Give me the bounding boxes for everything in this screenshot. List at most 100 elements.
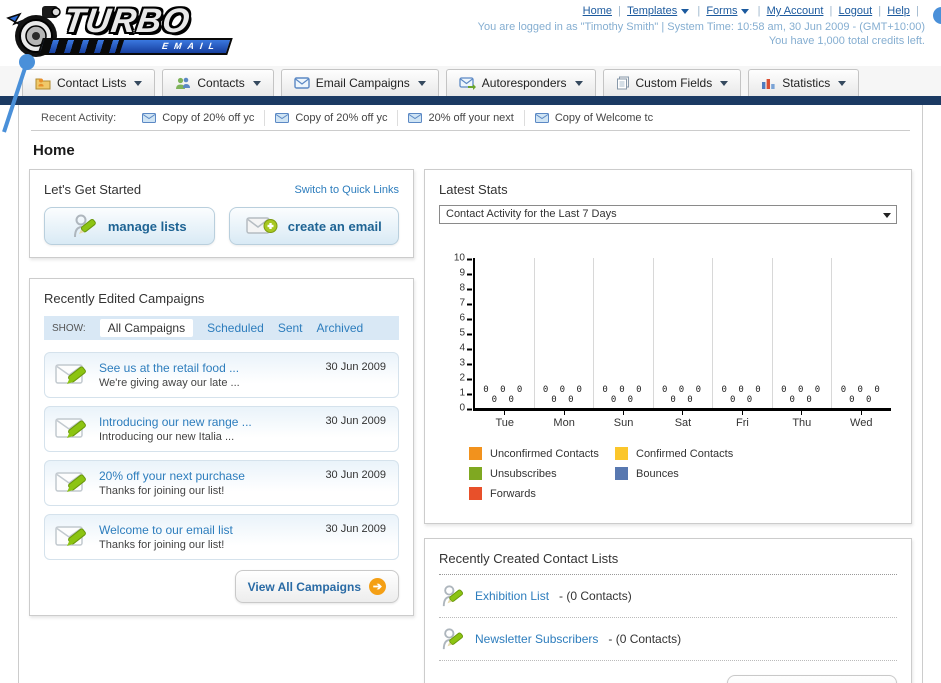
contact-list-link[interactable]: Exhibition List — [475, 589, 549, 603]
legend-label: Unconfirmed Contacts — [490, 447, 599, 460]
switch-quick-links[interactable]: Switch to Quick Links — [294, 184, 399, 196]
chevron-down-icon — [134, 80, 143, 86]
view-all-campaigns-button[interactable]: View All Campaigns ➔ — [234, 570, 399, 603]
email-envelope-icon — [294, 77, 310, 89]
campaign-row[interactable]: See us at the retail food ... We're givi… — [44, 352, 399, 398]
envelope-icon — [534, 112, 549, 123]
main-content: Recent Activity: Copy of 20% off yc Copy… — [18, 105, 923, 683]
header-link-templates[interactable]: Templates — [627, 5, 706, 17]
login-status: You are logged in as "Timothy Smith" | S… — [477, 21, 925, 33]
x-tick-mark — [504, 411, 506, 415]
recent-contact-lists-panel: Recently Created Contact Lists Exhibitio… — [424, 538, 912, 683]
x-tick-label: Sat — [674, 417, 692, 429]
recent-activity-item[interactable]: Copy of Welcome tc — [523, 109, 663, 126]
legend-swatch — [615, 447, 628, 460]
chevron-down-icon — [252, 80, 261, 86]
campaign-row[interactable]: 20% off your next purchase Thanks for jo… — [44, 460, 399, 506]
chart-day-group: 0 0 0 0 0 — [713, 258, 773, 408]
get-started-title: Let's Get Started — [44, 182, 142, 197]
header-link-forms[interactable]: Forms — [706, 5, 766, 17]
filter-scheduled[interactable]: Scheduled — [207, 321, 264, 335]
create-email-button[interactable]: create an email — [228, 207, 399, 245]
person-pencil-icon — [73, 214, 96, 238]
recent-activity-item[interactable]: Copy of 20% off yc — [132, 110, 264, 126]
header-links: HomeTemplatesFormsMy AccountLogoutHelp — [478, 5, 941, 24]
x-tick: Thu — [772, 411, 831, 429]
x-tick-label: Tue — [495, 417, 514, 429]
chevron-down-icon — [720, 80, 729, 86]
chart-day-group: 0 0 0 0 0 — [475, 258, 535, 408]
tab-custom-fields[interactable]: Custom Fields — [602, 69, 742, 96]
header-link-help[interactable]: Help — [887, 5, 925, 17]
header-link-logout[interactable]: Logout — [839, 5, 888, 17]
chevron-down-icon — [681, 8, 690, 14]
chevron-down-icon — [417, 80, 426, 86]
x-tick: Sun — [594, 411, 653, 429]
envelope-icon — [142, 112, 157, 123]
data-value-labels: 0 0 0 0 0 — [602, 385, 645, 405]
data-value-labels: 0 0 0 0 0 — [542, 385, 585, 405]
chart-day-group: 0 0 0 0 0 — [832, 258, 891, 408]
contact-list-item[interactable]: Exhibition List - (0 Contacts) — [439, 575, 897, 618]
logo-subtitle: EMAIL — [160, 41, 222, 51]
navy-divider-bar — [0, 96, 941, 105]
arrow-right-icon: ➔ — [369, 578, 386, 595]
x-tick-mark — [801, 411, 803, 415]
x-tick: Sat — [653, 411, 712, 429]
data-value-labels: 0 0 0 0 0 — [781, 385, 824, 405]
stats-range-select[interactable]: Contact Activity for the Last 7 Days — [439, 205, 897, 224]
legend-item: Confirmed Contacts — [615, 447, 761, 460]
filter-sent[interactable]: Sent — [278, 321, 303, 335]
tab-label: Contact Lists — [57, 76, 127, 90]
filter-all-campaigns[interactable]: All Campaigns — [99, 319, 194, 337]
campaign-row[interactable]: Introducing our new range ... Introducin… — [44, 406, 399, 452]
y-tick-label: 1 — [459, 387, 472, 399]
manage-lists-button[interactable]: manage lists — [44, 207, 215, 245]
chevron-down-icon — [741, 8, 750, 14]
chevron-down-icon — [883, 213, 891, 218]
tab-label: Contacts — [197, 76, 245, 90]
contact-list-link[interactable]: Newsletter Subscribers — [475, 632, 598, 646]
legend-label: Unsubscribes — [490, 467, 557, 480]
y-tick-label: 0 — [459, 402, 472, 414]
tab-contacts[interactable]: Contacts — [162, 69, 274, 96]
x-tick-mark — [741, 411, 743, 415]
y-tick-label: 7 — [459, 297, 472, 309]
pages-icon — [616, 76, 629, 90]
tab-autoresponders[interactable]: Autoresponders — [445, 69, 596, 96]
tab-email-campaigns[interactable]: Email Campaigns — [280, 69, 439, 96]
y-tick-label: 4 — [459, 342, 472, 354]
tab-label: Email Campaigns — [315, 76, 410, 90]
tab-statistics[interactable]: Statistics — [748, 69, 860, 96]
contact-list-item[interactable]: Newsletter Subscribers - (0 Contacts) — [439, 618, 897, 661]
header-link-my-account[interactable]: My Account — [767, 5, 839, 17]
contact-lists-folder-icon — [35, 78, 51, 90]
recent-activity-item[interactable]: Copy of 20% off yc — [264, 109, 397, 126]
header: TURBO EMAIL HomeTemplatesFormsMy Account… — [0, 0, 941, 133]
contact-activity-chart: 0 1 2 3 4 5 6 7 8 9 10 0 0 0 0 00 0 0 0 00 0 0 0 0… — [445, 253, 891, 414]
envelope-icon — [408, 112, 423, 123]
person-pencil-icon — [442, 628, 464, 650]
recent-activity-item[interactable]: 20% off your next — [397, 109, 523, 126]
header-link-home[interactable]: Home — [583, 5, 627, 17]
data-value-labels: 0 0 0 0 0 — [661, 385, 705, 405]
data-value-labels: 0 0 0 0 0 — [840, 385, 883, 405]
see-all-contact-lists-button[interactable]: See All Contact Lists ➔ — [727, 675, 897, 683]
chart-plot-area: 0 0 0 0 0 0 0 0 0 0 0 0 0 0 0 0 0 0 0 0 0 0 … — [473, 258, 891, 411]
campaign-subtitle: We're giving away our late ... — [99, 377, 240, 389]
chart-y-axis: 0 1 2 3 4 5 6 7 8 9 10 — [445, 253, 473, 414]
campaign-row[interactable]: Welcome to our email list Thanks for joi… — [44, 514, 399, 560]
data-value-labels: 0 0 0 0 0 — [721, 385, 764, 405]
filter-archived[interactable]: Archived — [317, 321, 364, 335]
x-tick: Wed — [832, 411, 891, 429]
chevron-down-icon — [838, 80, 847, 86]
header-right: HomeTemplatesFormsMy AccountLogoutHelp Y… — [477, 5, 941, 48]
campaign-date: 30 Jun 2009 — [325, 469, 386, 481]
tab-contact-lists[interactable]: Contact Lists — [22, 69, 156, 96]
contact-list-count: - (0 Contacts) — [559, 589, 632, 603]
credits-status: You have 1,000 total credits left. — [768, 35, 925, 47]
y-tick-label: 3 — [459, 357, 472, 369]
y-tick-label: 10 — [453, 252, 473, 264]
chart-day-group: 0 0 0 0 0 — [654, 258, 714, 408]
envelope-edit-icon — [55, 364, 86, 384]
